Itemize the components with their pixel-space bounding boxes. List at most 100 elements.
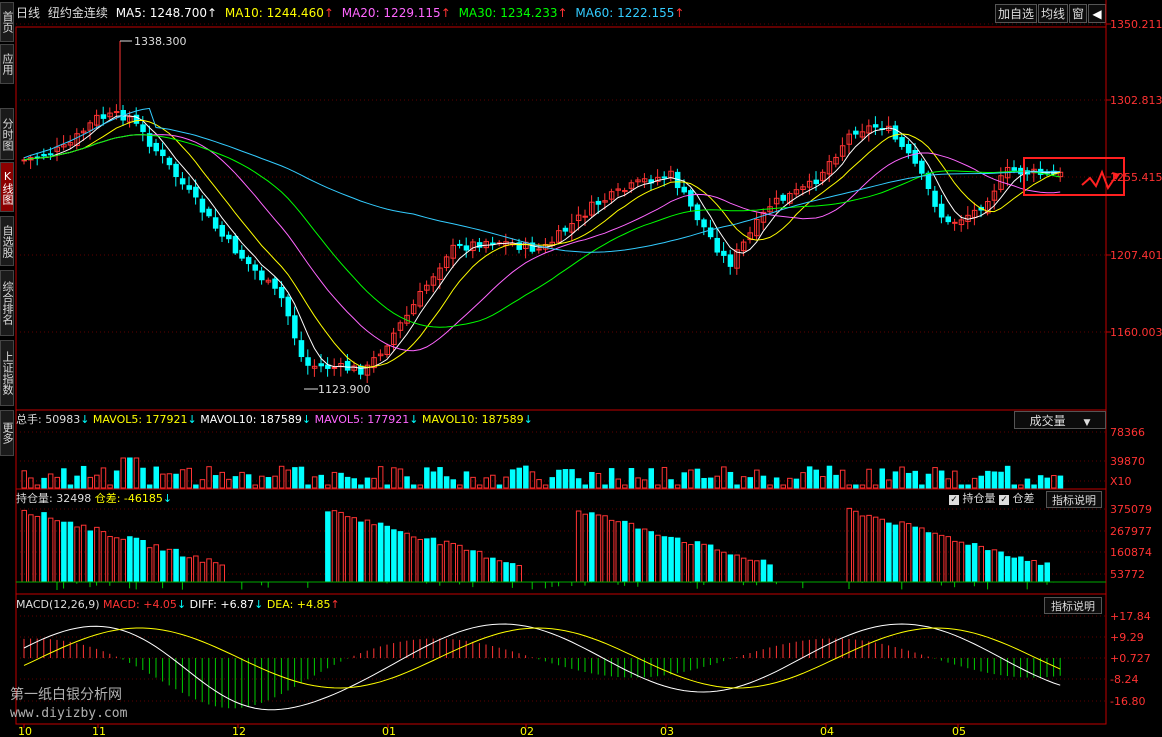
volume-bar xyxy=(1044,477,1050,489)
dea-value: DEA: +4.85 xyxy=(266,598,331,611)
oi-bar xyxy=(886,522,892,583)
chart-canvas[interactable]: 1350.211 1302.813 1255.415 1207.401 1160.003… xyxy=(0,0,1162,737)
watermark-title: 第一纸白银分析网 xyxy=(10,687,122,703)
oi-diff-checkbox[interactable]: ✓ xyxy=(999,495,1009,505)
volume-bar xyxy=(67,484,74,489)
volume-bar xyxy=(826,465,833,489)
oi-bar xyxy=(21,509,27,583)
indicator-dropdown[interactable]: 成交量 ▼ xyxy=(1014,411,1106,429)
oi-bar xyxy=(476,550,483,583)
oi-bar xyxy=(734,554,740,583)
volume-bar xyxy=(820,476,826,489)
oi-bar xyxy=(212,562,219,583)
volume-bar xyxy=(94,474,100,489)
chevron-down-icon: ▼ xyxy=(1083,418,1091,428)
volume-total-arrow: ↓ xyxy=(80,413,90,426)
oi-checkbox[interactable]: ✓ xyxy=(949,495,959,505)
oi-bar xyxy=(1037,564,1044,583)
oi-bar xyxy=(1018,556,1024,583)
oi-bar xyxy=(932,532,938,583)
oi-bar xyxy=(490,557,496,583)
volume-bar xyxy=(938,470,945,489)
oi-diff-checkbox-label[interactable]: 仓差 xyxy=(1013,492,1035,505)
oi-help-button[interactable]: 指标说明 xyxy=(1046,491,1102,508)
volume-bar xyxy=(958,484,965,489)
price-tick-label: 1255.415 xyxy=(1110,171,1162,184)
candle-body xyxy=(905,143,912,154)
volume-bar xyxy=(1057,475,1064,489)
volume-header: 总手: 50983↓ MAVOL5: 177921↓ MAVOL10: 1875… xyxy=(16,412,533,428)
volume-bar xyxy=(833,474,839,489)
candle-body xyxy=(47,153,54,156)
candle-body xyxy=(186,185,192,190)
mavol10-arrow-2: ↓ xyxy=(523,413,533,426)
oi-bar xyxy=(496,560,503,583)
dea-arrow: ↑ xyxy=(330,598,340,611)
diff-arrow: ↓ xyxy=(254,598,264,611)
volume-bar xyxy=(166,473,173,489)
volume-bar xyxy=(509,469,516,489)
oi-bar xyxy=(1004,556,1011,583)
oi-tick-label: 375079 xyxy=(1110,503,1152,516)
candle-body xyxy=(179,178,186,185)
volume-bar xyxy=(767,484,773,489)
volume-bar xyxy=(239,471,245,489)
volume-bar xyxy=(120,457,126,489)
candle-body xyxy=(721,250,727,256)
candle-body xyxy=(272,278,278,289)
candle-body xyxy=(206,208,212,217)
volume-bar xyxy=(879,468,885,489)
candle-body xyxy=(318,363,324,367)
candle-body xyxy=(714,237,720,253)
volume-bar xyxy=(905,472,912,489)
oi-bar xyxy=(80,524,87,583)
mavol5-arrow: ↓ xyxy=(187,413,197,426)
volume-bar xyxy=(371,477,377,489)
oi-bar xyxy=(206,558,212,583)
volume-bar xyxy=(74,475,80,489)
oi-bar xyxy=(635,528,641,583)
oi-bar xyxy=(853,510,859,583)
oi-bar xyxy=(846,507,852,583)
oi-bar xyxy=(925,532,932,583)
volume-bar xyxy=(496,484,503,489)
macd-help-button[interactable]: 指标说明 xyxy=(1044,597,1102,614)
volume-bar xyxy=(470,476,476,489)
volume-bar xyxy=(1031,484,1037,489)
oi-bar xyxy=(892,524,899,583)
candle-body xyxy=(582,215,588,218)
oi-bar xyxy=(707,544,714,583)
oi-bar xyxy=(608,519,615,583)
volume-bar xyxy=(476,484,483,489)
oi-checkbox-label[interactable]: 持仓量 xyxy=(963,492,996,505)
oi-bar xyxy=(1044,562,1050,583)
volume-bar xyxy=(952,470,958,489)
volume-bar xyxy=(285,469,291,489)
candle-body xyxy=(331,366,338,369)
volume-bar xyxy=(153,466,159,489)
volume-bar xyxy=(899,466,905,489)
volume-bar xyxy=(569,469,575,489)
volume-bar xyxy=(1004,465,1011,489)
oi-bar xyxy=(971,543,978,583)
candle-body xyxy=(166,157,173,166)
volume-bar xyxy=(245,474,252,489)
oi-bar xyxy=(166,548,173,583)
oi-value: 持仓量: 32498 xyxy=(16,492,92,505)
volume-bar xyxy=(28,477,34,489)
candle-body xyxy=(245,257,252,265)
oi-bar xyxy=(351,517,357,583)
candle-body xyxy=(892,125,899,140)
volume-bar xyxy=(305,484,311,489)
oi-bar xyxy=(985,550,991,583)
candle-body xyxy=(199,198,206,213)
candle-body xyxy=(694,204,701,221)
oi-bar xyxy=(483,557,489,583)
oi-header: 持仓量: 32498 仓差: -46185↓ xyxy=(16,491,172,507)
oi-bar xyxy=(470,550,476,583)
candle-body xyxy=(562,227,569,232)
volume-bar xyxy=(681,472,687,489)
volume-bar xyxy=(265,477,272,489)
volume-bar xyxy=(839,469,846,489)
oi-bar xyxy=(912,526,918,583)
